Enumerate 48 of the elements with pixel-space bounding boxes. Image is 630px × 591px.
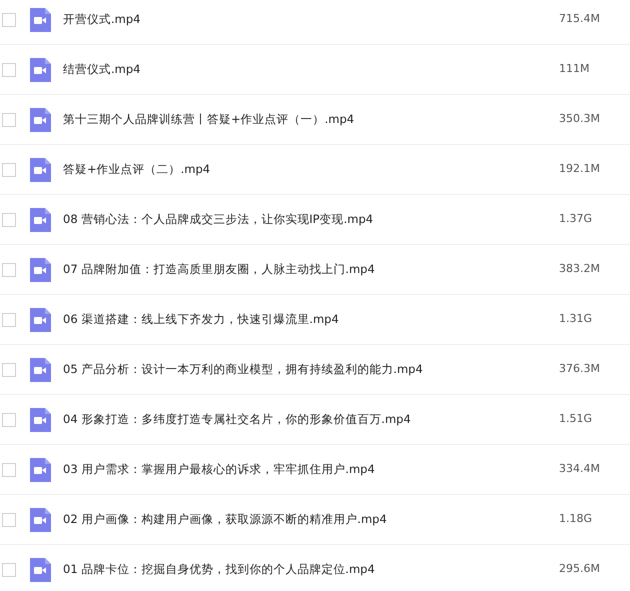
- checkbox[interactable]: [2, 12, 16, 26]
- file-name[interactable]: 05 产品分析：设计一本万利的商业模型，拥有持续盈利的能力.mp4: [63, 360, 559, 378]
- file-size: 1.18G: [559, 511, 594, 528]
- file-name[interactable]: 03 用户需求：掌握用户最核心的诉求，牢牢抓住用户.mp4: [63, 460, 559, 478]
- checkbox[interactable]: [2, 262, 16, 276]
- video-file-icon: [29, 308, 51, 332]
- checkbox[interactable]: [2, 112, 16, 126]
- video-file-icon: [29, 158, 51, 182]
- video-file-icon: [29, 58, 51, 82]
- file-name[interactable]: 结营仪式.mp4: [63, 60, 559, 78]
- checkbox[interactable]: [2, 462, 16, 476]
- video-file-icon: [29, 508, 51, 532]
- checkbox[interactable]: [2, 512, 16, 526]
- file-name[interactable]: 01 品牌卡位：挖掘自身优势，找到你的个人品牌定位.mp4: [63, 560, 559, 578]
- file-size: 715.4M: [559, 11, 601, 28]
- file-name[interactable]: 08 营销心法：个人品牌成交三步法，让你实现IP变现.mp4: [63, 210, 559, 228]
- file-size: 295.6M: [559, 561, 601, 578]
- video-file-icon: [29, 8, 51, 32]
- checkbox[interactable]: [2, 62, 16, 76]
- file-name[interactable]: 04 形象打造：多纬度打造专属社交名片，你的形象价值百万.mp4: [63, 410, 559, 428]
- file-name[interactable]: 第十三期个人品牌训练营丨答疑+作业点评（一）.mp4: [63, 110, 559, 128]
- video-file-icon: [29, 208, 51, 232]
- video-file-icon: [29, 108, 51, 132]
- file-size: 376.3M: [559, 361, 601, 378]
- file-size: 192.1M: [559, 161, 601, 178]
- file-name[interactable]: 06 渠道搭建：线上线下齐发力，快速引爆流里.mp4: [63, 310, 559, 328]
- checkbox[interactable]: [2, 162, 16, 176]
- file-size: 350.3M: [559, 111, 601, 128]
- file-name[interactable]: 02 用户画像：构建用户画像，获取源源不断的精准用户.mp4: [63, 510, 559, 528]
- file-name[interactable]: 答疑+作业点评（二）.mp4: [63, 160, 559, 178]
- video-file-icon: [29, 408, 51, 432]
- file-size: 1.51G: [559, 411, 594, 428]
- file-size: 1.37G: [559, 211, 594, 228]
- checkbox[interactable]: [2, 312, 16, 326]
- checkbox[interactable]: [2, 562, 16, 576]
- file-name[interactable]: 07 品牌附加值：打造高质里朋友圈，人脉主动找上门.mp4: [63, 260, 559, 278]
- file-size: 1.31G: [559, 311, 594, 328]
- file-size: 383.2M: [559, 261, 601, 278]
- video-file-icon: [29, 358, 51, 382]
- file-size: 334.4M: [559, 461, 601, 478]
- video-file-icon: [29, 258, 51, 282]
- checkbox[interactable]: [2, 362, 16, 376]
- checkbox[interactable]: [2, 212, 16, 226]
- video-file-icon: [29, 558, 51, 582]
- video-file-icon: [29, 458, 51, 482]
- checkbox[interactable]: [2, 412, 16, 426]
- file-size: 111M: [559, 61, 590, 78]
- file-name[interactable]: 开营仪式.mp4: [63, 10, 559, 28]
